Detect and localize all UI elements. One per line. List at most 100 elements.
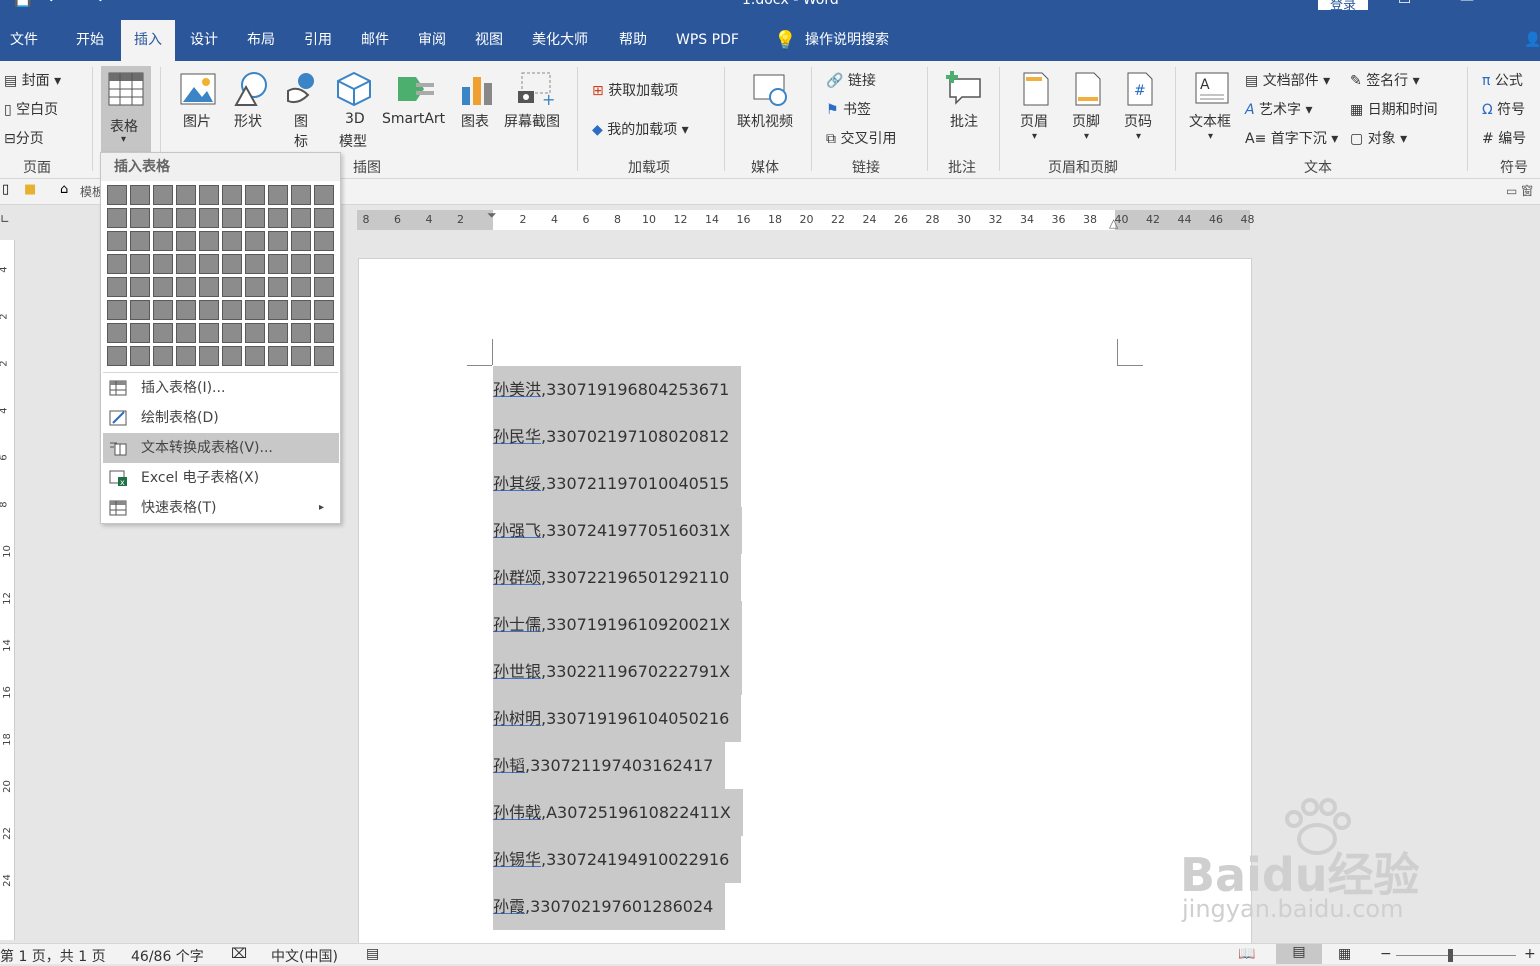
- screenshot-button[interactable]: + 屏幕截图: [504, 69, 570, 155]
- table-grid-cell[interactable]: [245, 254, 265, 274]
- table-grid-cell[interactable]: [107, 323, 127, 343]
- table-grid-cell[interactable]: [130, 323, 150, 343]
- table-grid-cell[interactable]: [268, 254, 288, 274]
- tab-design[interactable]: 设计: [182, 20, 226, 61]
- table-grid-cell[interactable]: [199, 208, 219, 228]
- smartart-button[interactable]: SmartArt: [380, 69, 450, 155]
- object-button[interactable]: ▢ 对象 ▾: [1350, 128, 1407, 148]
- table-grid-cell[interactable]: [153, 231, 173, 251]
- table-grid-cell[interactable]: [199, 231, 219, 251]
- ribbon-display-icon[interactable]: ▭: [1398, 0, 1411, 8]
- table-grid-cell[interactable]: [130, 346, 150, 366]
- document-line[interactable]: 孙其绥,330721197010040515: [493, 460, 742, 507]
- document-line[interactable]: 孙士儒,33071919610920021X: [493, 601, 743, 648]
- drop-cap-button[interactable]: A≡ 首字下沉 ▾: [1245, 128, 1338, 148]
- table-grid-cell[interactable]: [245, 277, 265, 297]
- footer-button[interactable]: 页脚 ▾: [1066, 69, 1110, 155]
- home-icon[interactable]: ⌂: [60, 182, 68, 197]
- table-grid-cell[interactable]: [153, 300, 173, 320]
- zoom-in-icon[interactable]: +: [1524, 946, 1536, 962]
- table-grid-cell[interactable]: [130, 300, 150, 320]
- table-grid-cell[interactable]: [199, 185, 219, 205]
- table-grid-cell[interactable]: [199, 346, 219, 366]
- menu-insert-table[interactable]: 插入表格(I)...: [101, 373, 340, 403]
- document-line[interactable]: 孙群颂,330722196501292110: [493, 554, 742, 601]
- table-grid-cell[interactable]: [245, 323, 265, 343]
- document-line[interactable]: 孙树明,330719196104050216: [493, 695, 742, 742]
- cover-page-button[interactable]: ▤ 封面 ▾: [4, 70, 61, 90]
- table-grid-cell[interactable]: [130, 254, 150, 274]
- table-grid-cell[interactable]: [314, 277, 334, 297]
- signature-line-button[interactable]: ✎ 签名行 ▾: [1350, 70, 1420, 90]
- page-break-button[interactable]: ⊟分页: [4, 128, 44, 148]
- table-grid-cell[interactable]: [245, 208, 265, 228]
- table-grid-cell[interactable]: [314, 346, 334, 366]
- table-grid-cell[interactable]: [222, 208, 242, 228]
- table-button[interactable]: 表格 ▾: [101, 66, 151, 153]
- menu-quick-tables[interactable]: 快速表格(T) ▸: [101, 493, 340, 523]
- tab-wps-pdf[interactable]: WPS PDF: [668, 20, 747, 61]
- proofing-icon[interactable]: ⌧: [231, 946, 247, 962]
- document-line[interactable]: 孙强飞,33072419770516031X: [493, 507, 743, 554]
- login-button[interactable]: 登录: [1318, 0, 1369, 10]
- table-grid-cell[interactable]: [291, 346, 311, 366]
- table-grid-cell[interactable]: [291, 208, 311, 228]
- tab-help[interactable]: 帮助: [611, 20, 655, 61]
- symbol-button[interactable]: Ω 符号: [1482, 99, 1525, 119]
- page-count[interactable]: 第 1 页，共 1 页: [0, 946, 106, 966]
- table-grid-cell[interactable]: [314, 254, 334, 274]
- indent-marker[interactable]: ⏷: [487, 208, 497, 223]
- window-icon[interactable]: ▭ 窗: [1506, 182, 1533, 199]
- icons-button[interactable]: 图 标: [282, 69, 322, 155]
- redo-icon[interactable]: ↷: [92, 0, 104, 8]
- table-grid-cell[interactable]: [176, 346, 196, 366]
- table-grid-cell[interactable]: [291, 277, 311, 297]
- tab-home[interactable]: 开始: [68, 20, 112, 61]
- tab-selector-icon[interactable]: ∟: [0, 212, 10, 226]
- header-button[interactable]: 页眉 ▾: [1014, 69, 1058, 155]
- date-time-button[interactable]: ▦ 日期和时间: [1350, 99, 1438, 119]
- table-grid-cell[interactable]: [268, 208, 288, 228]
- 3d-models-button[interactable]: 3D 模型: [332, 69, 376, 155]
- table-grid-cell[interactable]: [130, 231, 150, 251]
- menu-convert-text-to-table[interactable]: 文本转换成表格(V)...: [103, 433, 339, 463]
- bookmark-button[interactable]: ⚑ 书签: [826, 99, 871, 119]
- table-grid-cell[interactable]: [291, 323, 311, 343]
- table-grid-cell[interactable]: [199, 300, 219, 320]
- table-grid-cell[interactable]: [199, 323, 219, 343]
- table-grid-cell[interactable]: [268, 323, 288, 343]
- save-icon[interactable]: 💾: [14, 0, 31, 8]
- table-grid-cell[interactable]: [245, 231, 265, 251]
- tab-view[interactable]: 视图: [467, 20, 511, 61]
- table-grid-cell[interactable]: [153, 185, 173, 205]
- table-grid-cell[interactable]: [130, 185, 150, 205]
- table-grid-cell[interactable]: [291, 231, 311, 251]
- table-grid-cell[interactable]: [199, 254, 219, 274]
- equation-button[interactable]: π 公式: [1482, 70, 1523, 90]
- table-grid-cell[interactable]: [222, 277, 242, 297]
- tab-mailings[interactable]: 邮件: [353, 20, 397, 61]
- document-line[interactable]: 孙民华,330702197108020812: [493, 413, 742, 460]
- table-grid-cell[interactable]: [314, 300, 334, 320]
- table-grid-cell[interactable]: [268, 231, 288, 251]
- table-grid-cell[interactable]: [130, 208, 150, 228]
- table-grid-cell[interactable]: [222, 185, 242, 205]
- cross-reference-button[interactable]: ⧉ 交叉引用: [826, 128, 896, 148]
- table-grid-cell[interactable]: [268, 277, 288, 297]
- tab-references[interactable]: 引用: [296, 20, 340, 61]
- table-grid-cell[interactable]: [314, 323, 334, 343]
- document-line[interactable]: 孙韬,330721197403162417: [493, 742, 726, 789]
- quick-parts-button[interactable]: ▤ 文档部件 ▾: [1245, 70, 1330, 90]
- table-grid-cell[interactable]: [222, 323, 242, 343]
- web-layout-icon[interactable]: ▦: [1338, 946, 1351, 962]
- table-grid-cell[interactable]: [107, 185, 127, 205]
- wordart-button[interactable]: A 艺术字 ▾: [1245, 99, 1313, 119]
- table-grid-cell[interactable]: [291, 300, 311, 320]
- table-grid-cell[interactable]: [176, 231, 196, 251]
- tab-beautify[interactable]: 美化大师: [524, 20, 596, 61]
- table-grid-cell[interactable]: [222, 254, 242, 274]
- tab-review[interactable]: 审阅: [410, 20, 454, 61]
- tab-insert[interactable]: 插入: [121, 20, 175, 61]
- link-button[interactable]: 🔗 链接: [826, 70, 876, 90]
- table-grid-cell[interactable]: [153, 346, 173, 366]
